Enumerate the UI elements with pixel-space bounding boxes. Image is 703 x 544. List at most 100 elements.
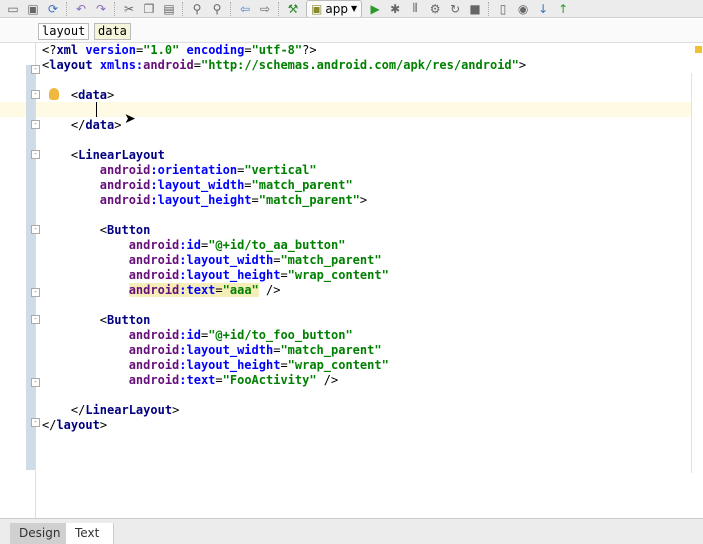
forward-icon[interactable]: ⇨ — [258, 2, 272, 16]
redo-icon[interactable]: ↷ — [94, 2, 108, 16]
code-token: > — [359, 193, 368, 207]
undo-icon[interactable]: ↶ — [74, 2, 88, 16]
code-line: android:layout_width="match_parent" — [42, 343, 526, 358]
fold-marker[interactable]: - — [31, 288, 40, 297]
fold-marker[interactable]: - — [31, 378, 40, 387]
code-line: android:layout_width="match_parent" — [42, 253, 526, 268]
gutter-divider — [35, 43, 36, 518]
vcs-update-icon[interactable]: ↓ — [536, 2, 550, 16]
fold-marker[interactable]: - — [31, 315, 40, 324]
code-token: :id — [179, 238, 201, 252]
code-token: = — [244, 178, 252, 192]
code-token: :id — [179, 328, 201, 342]
rerun-icon[interactable]: ↻ — [448, 2, 462, 16]
cut-icon[interactable]: ✂ — [122, 2, 136, 16]
attach-icon[interactable]: ⚙ — [428, 2, 442, 16]
android-icon: ▣ — [311, 1, 323, 16]
code-line: <data> — [42, 88, 526, 103]
code-token: version — [85, 43, 136, 57]
avd-icon[interactable]: ▯ — [496, 2, 510, 16]
code-token: android — [42, 343, 180, 357]
code-line: <LinearLayout — [42, 148, 526, 163]
code-token: "http://schemas.android.com/apk/res/andr… — [200, 58, 519, 72]
code-token: < — [42, 88, 79, 102]
code-token: ?> — [302, 43, 317, 57]
code-token: :layout_width — [179, 343, 274, 357]
code-token: "match_parent" — [280, 343, 382, 357]
debug-icon[interactable]: ✱ — [388, 2, 402, 16]
fold-marker[interactable]: - — [31, 90, 40, 99]
sync-icon[interactable]: ⟳ — [46, 2, 60, 16]
code-line: <?xml version="1.0" encoding="utf-8"?> — [42, 43, 526, 58]
code-token: = — [193, 58, 201, 72]
fold-marker[interactable]: - — [31, 120, 40, 129]
code-token: > — [114, 118, 122, 132]
code-line: android:layout_width="match_parent" — [42, 178, 526, 193]
run-icon[interactable]: ▶ — [368, 2, 382, 16]
code-token: "match_parent" — [258, 193, 360, 207]
code-token: > — [172, 403, 180, 417]
fold-marker[interactable]: - — [31, 65, 40, 74]
code-token: /> — [316, 373, 339, 387]
toolbar-separator — [182, 1, 184, 16]
build-icon[interactable]: ⚒ — [286, 2, 300, 16]
breadcrumb-data[interactable]: data — [94, 23, 131, 40]
code-token: xml — [56, 43, 86, 57]
fold-marker[interactable]: - — [31, 225, 40, 234]
code-token: "@+id/to_aa_button" — [208, 238, 346, 252]
code-token: </ — [42, 118, 86, 132]
code-token: encoding — [186, 43, 245, 57]
code-token: > — [99, 418, 108, 432]
code-token: = — [280, 268, 288, 282]
open-icon[interactable]: ▭ — [6, 2, 20, 16]
toolbar-separator — [66, 1, 68, 16]
save-icon[interactable]: ▣ — [26, 2, 40, 16]
code-line: android:id="@+id/to_aa_button" — [42, 238, 526, 253]
editor-mode-tabs: Design Text — [0, 518, 703, 544]
fold-marker[interactable]: - — [31, 150, 40, 159]
code-token: android — [42, 268, 180, 282]
code-editor[interactable]: - - - - - - - - - <?xml version = "1.0" en… — [0, 43, 703, 518]
find-icon[interactable]: ⚲ — [190, 2, 204, 16]
code-token: = — [215, 373, 223, 387]
fold-marker[interactable]: - — [31, 418, 40, 427]
tab-design[interactable]: Design — [10, 523, 70, 544]
paste-icon[interactable]: ▤ — [162, 2, 176, 16]
scrollbar[interactable] — [691, 73, 693, 473]
chevron-down-icon: ▼ — [350, 4, 358, 13]
code-token: < — [42, 223, 108, 237]
stop-icon[interactable]: ■ — [468, 2, 482, 16]
toolbar-separator — [488, 1, 490, 16]
code-token: "wrap_content" — [287, 268, 389, 282]
profile-icon[interactable]: ⫴ — [408, 1, 422, 16]
code-token: android — [128, 283, 180, 297]
code-token: < — [42, 313, 108, 327]
vcs-commit-icon[interactable]: ↑ — [556, 2, 570, 16]
code-token: "vertical" — [244, 163, 317, 177]
code-token: LinearLayout — [85, 403, 173, 417]
code-token: :layout_width — [150, 178, 245, 192]
code-token: "1.0" — [143, 43, 187, 57]
code-token: > — [107, 88, 115, 102]
code-line: <Button — [42, 223, 526, 238]
code-token: android — [42, 178, 151, 192]
replace-icon[interactable]: ⚲ — [210, 2, 224, 16]
code-token: android — [42, 238, 180, 252]
sdk-icon[interactable]: ◉ — [516, 2, 530, 16]
code-token: android — [42, 193, 151, 207]
code-token: xmlns: — [99, 58, 144, 72]
run-config-select[interactable]: ▣ app ▼ — [306, 0, 363, 17]
analysis-status-marker[interactable] — [695, 46, 702, 53]
breadcrumb-layout[interactable]: layout — [38, 23, 90, 40]
back-icon[interactable]: ⇦ — [238, 2, 252, 16]
code-token: "@+id/to_foo_button" — [208, 328, 353, 342]
copy-icon[interactable]: ❐ — [142, 2, 156, 16]
code-line: android:layout_height="match_parent"> — [42, 193, 526, 208]
tab-text[interactable]: Text — [66, 523, 114, 544]
code-text[interactable]: <?xml version="1.0" encoding="utf-8"?> <l… — [42, 43, 526, 433]
